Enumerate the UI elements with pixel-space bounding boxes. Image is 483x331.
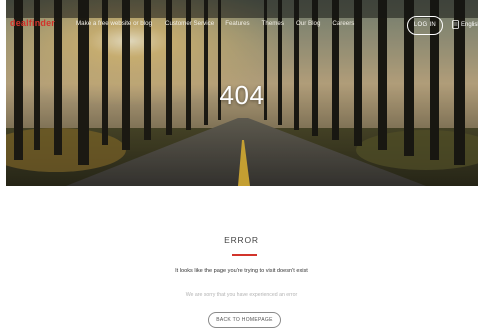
back-to-homepage-button[interactable]: BACK TO HOMEPAGE: [208, 312, 281, 328]
top-nav: dealfinder Make a free website or blog C…: [6, 8, 481, 38]
brand-logo[interactable]: dealfinder: [10, 18, 55, 28]
error-divider: [232, 254, 257, 256]
nav-link-careers[interactable]: Careers: [332, 20, 354, 27]
login-button[interactable]: LOG IN: [407, 16, 443, 35]
globe-icon: [452, 20, 459, 29]
nav-links: Make a free website or blog Customer Ser…: [76, 20, 354, 27]
nav-link-customer-service[interactable]: Customer Service: [165, 20, 214, 27]
nav-link-themes[interactable]: Themes: [262, 20, 284, 27]
nav-link-free-website[interactable]: Make a free website or blog: [76, 20, 152, 27]
nav-link-our-blog[interactable]: Our Blog: [296, 20, 320, 27]
language-selector[interactable]: English: [452, 20, 481, 29]
page: 404 dealfinder Make a free website or bl…: [0, 0, 483, 331]
error-sub-message: We are sorry that you have experienced a…: [185, 292, 298, 298]
nav-link-features[interactable]: Features: [225, 20, 249, 27]
error-heading: ERROR: [224, 235, 259, 245]
error-message: It looks like the page you're trying to …: [175, 268, 308, 274]
language-label: English: [461, 21, 481, 28]
hero-404-title: 404: [219, 80, 265, 110]
